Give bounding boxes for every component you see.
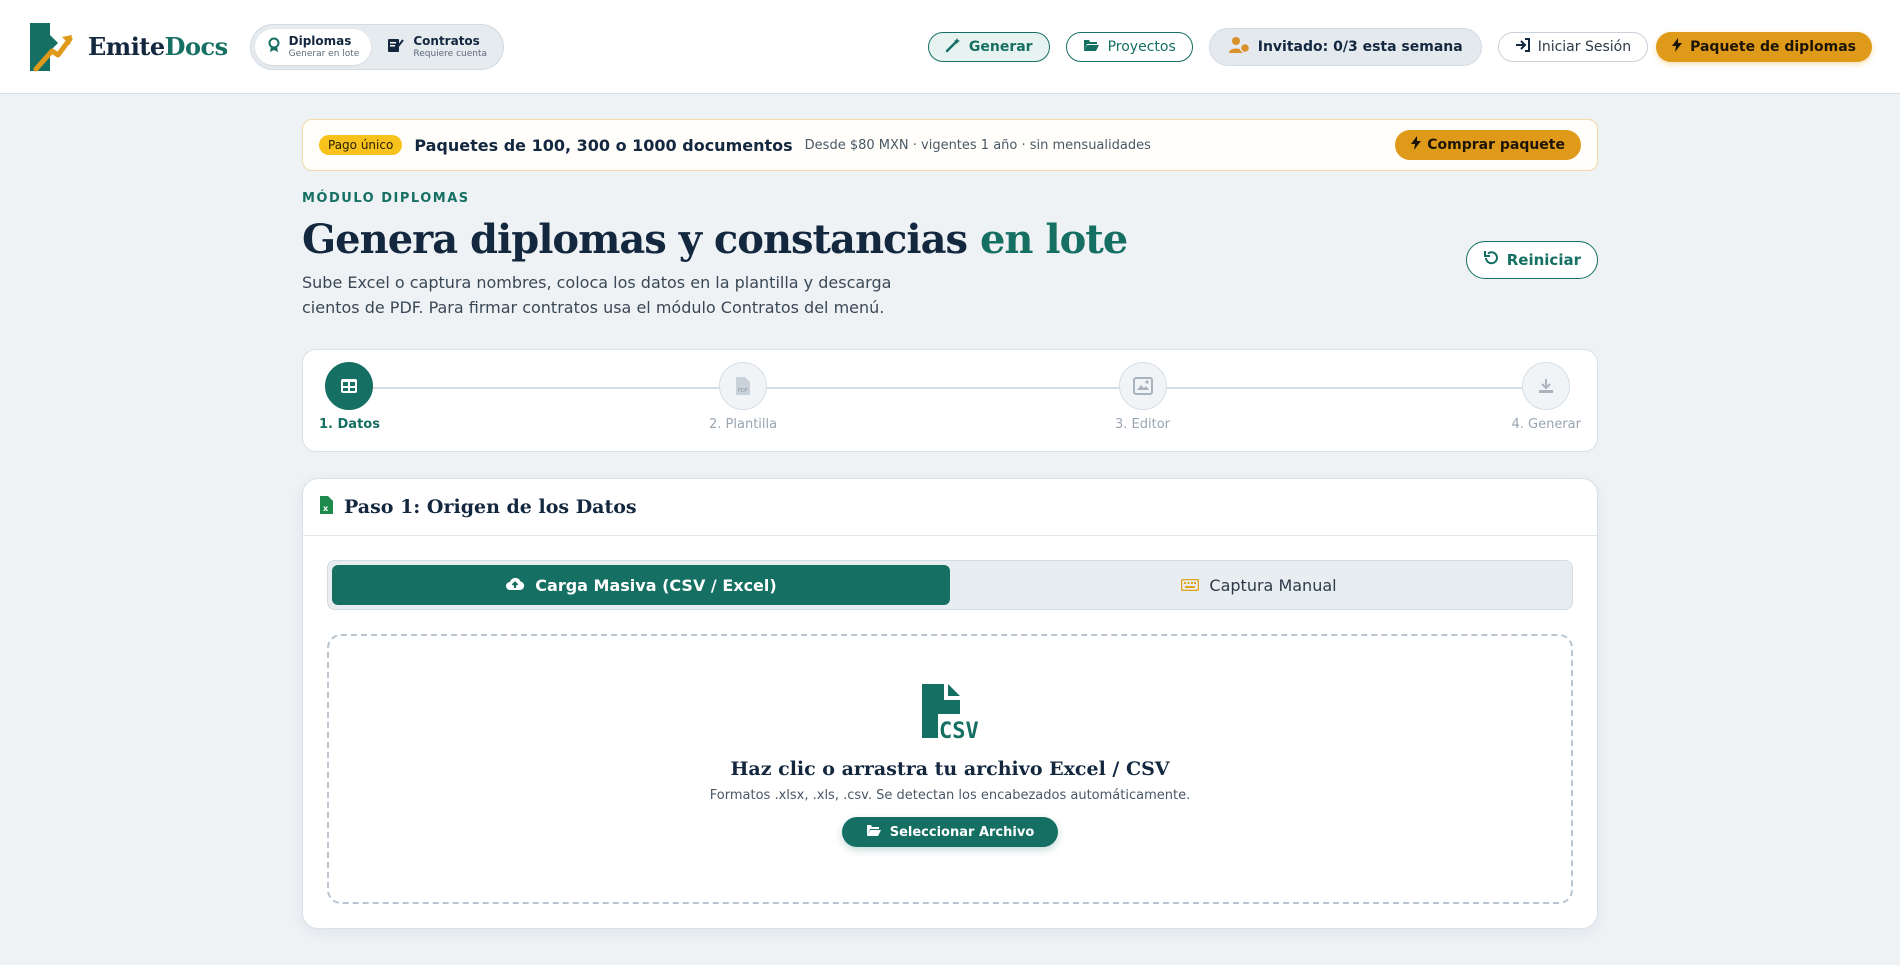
module-eyebrow: MÓDULO DIPLOMAS <box>302 191 470 206</box>
dropzone-title: Haz clic o arrastra tu archivo Excel / C… <box>730 758 1170 780</box>
module-diplomas-title: Diplomas <box>288 33 352 48</box>
pdf-icon: PDF <box>719 362 768 410</box>
user-clock-icon <box>1228 36 1250 58</box>
select-file-label: Seleccionar Archivo <box>889 824 1035 840</box>
keyboard-icon <box>1181 576 1200 595</box>
svg-text:PDF: PDF <box>738 388 748 394</box>
reset-label: Reiniciar <box>1506 251 1581 269</box>
step-datos[interactable]: 1. Datos <box>319 362 380 432</box>
bolt-icon <box>1672 37 1683 56</box>
svg-text:x: x <box>323 504 329 513</box>
module-contratos-title: Contratos <box>413 33 480 48</box>
step-editor-label: 3. Editor <box>1115 417 1171 432</box>
signature-icon <box>387 37 405 57</box>
generate-button[interactable]: Generar <box>927 31 1050 62</box>
nav-actions: Generar Proyectos Invitado: 0/3 esta sem… <box>927 27 1872 66</box>
step-editor[interactable]: 3. Editor <box>1115 362 1170 432</box>
data-source-card: x Paso 1: Origen de los Datos Carga Masi… <box>302 478 1598 929</box>
diploma-pack-label: Paquete de diplomas <box>1690 38 1856 55</box>
buy-package-label: Comprar paquete <box>1427 137 1565 153</box>
csv-file-icon: CSV <box>920 682 980 744</box>
module-switch: Diplomas Generar en lote Contratos Requi… <box>249 23 505 70</box>
sign-in-icon <box>1515 37 1530 56</box>
cloud-upload-icon <box>505 576 525 595</box>
promo-title: Paquetes de 100, 300 o 1000 documentos <box>414 135 793 155</box>
login-label: Iniciar Sesión <box>1537 38 1632 55</box>
page-title: Genera diplomas y constancias en lote <box>302 214 1128 266</box>
generate-label: Generar <box>968 38 1033 55</box>
step-plantilla-label: 2. Plantilla <box>709 417 778 432</box>
login-button[interactable]: Iniciar Sesión <box>1497 31 1649 62</box>
hero: Genera diplomas y constancias en lote Su… <box>302 206 1598 320</box>
step-plantilla[interactable]: PDF 2. Plantilla <box>709 362 777 432</box>
projects-label: Proyectos <box>1107 38 1176 55</box>
wizard-stepper: 1. Datos PDF 2. Plantilla 3. Editor 4. G… <box>302 349 1598 452</box>
dropzone-subtitle: Formatos .xlsx, .xls, .csv. Se detectan … <box>709 788 1191 803</box>
excel-file-icon: x <box>319 495 334 519</box>
module-contratos-button[interactable]: Contratos Requiere cuenta <box>375 29 499 65</box>
stepper-line <box>345 387 1555 389</box>
tab-manual-entry[interactable]: Captura Manual <box>950 565 1568 605</box>
folder-open-icon <box>1083 38 1100 56</box>
csv-icon-text: CSV <box>939 719 979 740</box>
brand-name-part2: Docs <box>164 32 228 61</box>
bolt-icon <box>1411 136 1422 154</box>
reset-button[interactable]: Reiniciar <box>1465 241 1598 279</box>
card-header: x Paso 1: Origen de los Datos <box>303 479 1597 536</box>
one-time-payment-badge: Pago único <box>319 135 403 155</box>
download-icon <box>1522 362 1571 410</box>
module-contratos-subtitle: Requiere cuenta <box>413 48 488 59</box>
step-datos-label: 1. Datos <box>319 417 380 432</box>
brand-logo-icon <box>28 21 74 73</box>
brand-name: EmiteDocs <box>88 32 228 61</box>
promo-subtitle: Desde $80 MXN · vigentes 1 año · sin men… <box>804 137 1151 153</box>
page-title-accent: en lote <box>979 216 1128 263</box>
magic-wand-icon <box>945 37 961 57</box>
page-title-main: Genera diplomas y constancias <box>302 216 968 263</box>
select-file-button[interactable]: Seleccionar Archivo <box>841 817 1059 847</box>
tab-bulk-upload-label: Carga Masiva (CSV / Excel) <box>535 575 777 595</box>
projects-button[interactable]: Proyectos <box>1065 31 1193 62</box>
step-generar[interactable]: 4. Generar <box>1511 362 1581 432</box>
step-generar-label: 4. Generar <box>1511 417 1581 432</box>
top-navbar: EmiteDocs Diplomas Generar en lote Contr… <box>0 0 1900 94</box>
guest-quota-label: Invitado: 0/3 esta semana <box>1257 38 1463 55</box>
folder-open-icon <box>866 824 882 841</box>
file-dropzone[interactable]: CSV Haz clic o arrastra tu archivo Excel… <box>327 634 1573 904</box>
data-source-tabs: Carga Masiva (CSV / Excel) Captura Manua… <box>327 560 1573 610</box>
undo-icon <box>1483 250 1499 270</box>
brand[interactable]: EmiteDocs <box>28 21 228 73</box>
image-edit-icon <box>1118 362 1167 410</box>
card-body: Carga Masiva (CSV / Excel) Captura Manua… <box>303 536 1597 928</box>
page-subtitle: Sube Excel o captura nombres, coloca los… <box>302 273 892 317</box>
diploma-pack-button[interactable]: Paquete de diplomas <box>1656 31 1872 62</box>
main-content: Pago único Paquetes de 100, 300 o 1000 d… <box>302 119 1598 929</box>
promo-banner: Pago único Paquetes de 100, 300 o 1000 d… <box>302 119 1598 171</box>
module-diplomas-button[interactable]: Diplomas Generar en lote <box>254 28 372 65</box>
brand-name-part1: Emite <box>88 32 165 61</box>
guest-quota-badge: Invitado: 0/3 esta semana <box>1208 27 1482 66</box>
card-title: Paso 1: Origen de los Datos <box>344 496 637 518</box>
tab-bulk-upload[interactable]: Carga Masiva (CSV / Excel) <box>332 565 950 605</box>
award-icon <box>267 37 281 57</box>
tab-manual-entry-label: Captura Manual <box>1209 575 1337 595</box>
module-diplomas-subtitle: Generar en lote <box>288 48 360 59</box>
buy-package-button[interactable]: Comprar paquete <box>1395 130 1581 160</box>
table-icon <box>325 362 374 410</box>
